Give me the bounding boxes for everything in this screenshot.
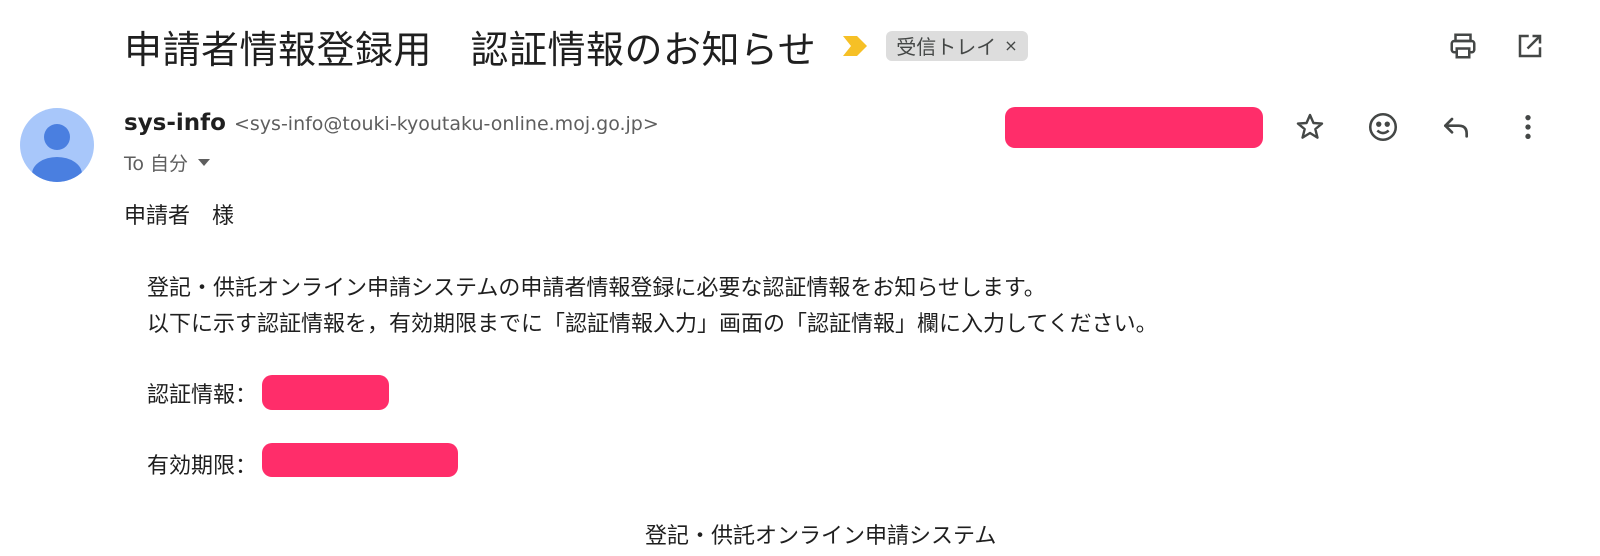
redacted-auth-code	[262, 375, 389, 410]
sender-line: sys-info <sys-info@touki-kyoutaku-online…	[124, 110, 659, 142]
more-options-icon[interactable]	[1507, 106, 1549, 148]
inbox-label-text: 受信トレイ	[896, 34, 997, 59]
body-line-1: 登記・供託オンライン申請システムの申請者情報登録に必要な認証情報をお知らせします…	[147, 276, 1046, 301]
star-icon[interactable]	[1289, 106, 1331, 148]
body-line-2: 以下に示す認証情報を，有効期限までに「認証情報入力」画面の「認証情報」欄に入力し…	[147, 312, 1158, 337]
subject-row: 申請者情報登録用 認証情報のお知らせ 受信トレイ ×	[124, 18, 1028, 74]
email-view: 申請者情報登録用 認証情報のお知らせ 受信トレイ × sys-info <sys…	[0, 0, 1600, 556]
email-subject: 申請者情報登録用 認証情報のお知らせ	[124, 27, 817, 72]
recipient-text: To 自分	[124, 152, 189, 175]
open-in-new-window-icon[interactable]	[1510, 26, 1550, 66]
auth-info-label: 認証情報：	[147, 383, 258, 408]
inbox-label-chip[interactable]: 受信トレイ ×	[886, 31, 1028, 61]
redacted-expiry-date	[262, 443, 458, 477]
sender-avatar[interactable]	[20, 108, 94, 182]
greeting: 申請者 様	[124, 204, 235, 229]
print-icon[interactable]	[1443, 26, 1483, 66]
recipient-details-toggle[interactable]: To 自分	[124, 148, 211, 176]
sender-email: <sys-info@touki-kyoutaku-online.moj.go.j…	[233, 113, 659, 135]
sender-name[interactable]: sys-info	[124, 110, 226, 136]
emoji-reaction-icon[interactable]	[1362, 106, 1404, 148]
importance-marker-icon[interactable]	[842, 35, 868, 57]
reply-icon[interactable]	[1435, 106, 1477, 148]
chevron-down-icon	[198, 158, 211, 166]
remove-label-button[interactable]: ×	[1004, 36, 1017, 55]
signature: 登記・供託オンライン申請システム	[645, 524, 997, 549]
expiry-label: 有効期限：	[147, 454, 258, 479]
redacted-timestamp	[1005, 107, 1263, 148]
